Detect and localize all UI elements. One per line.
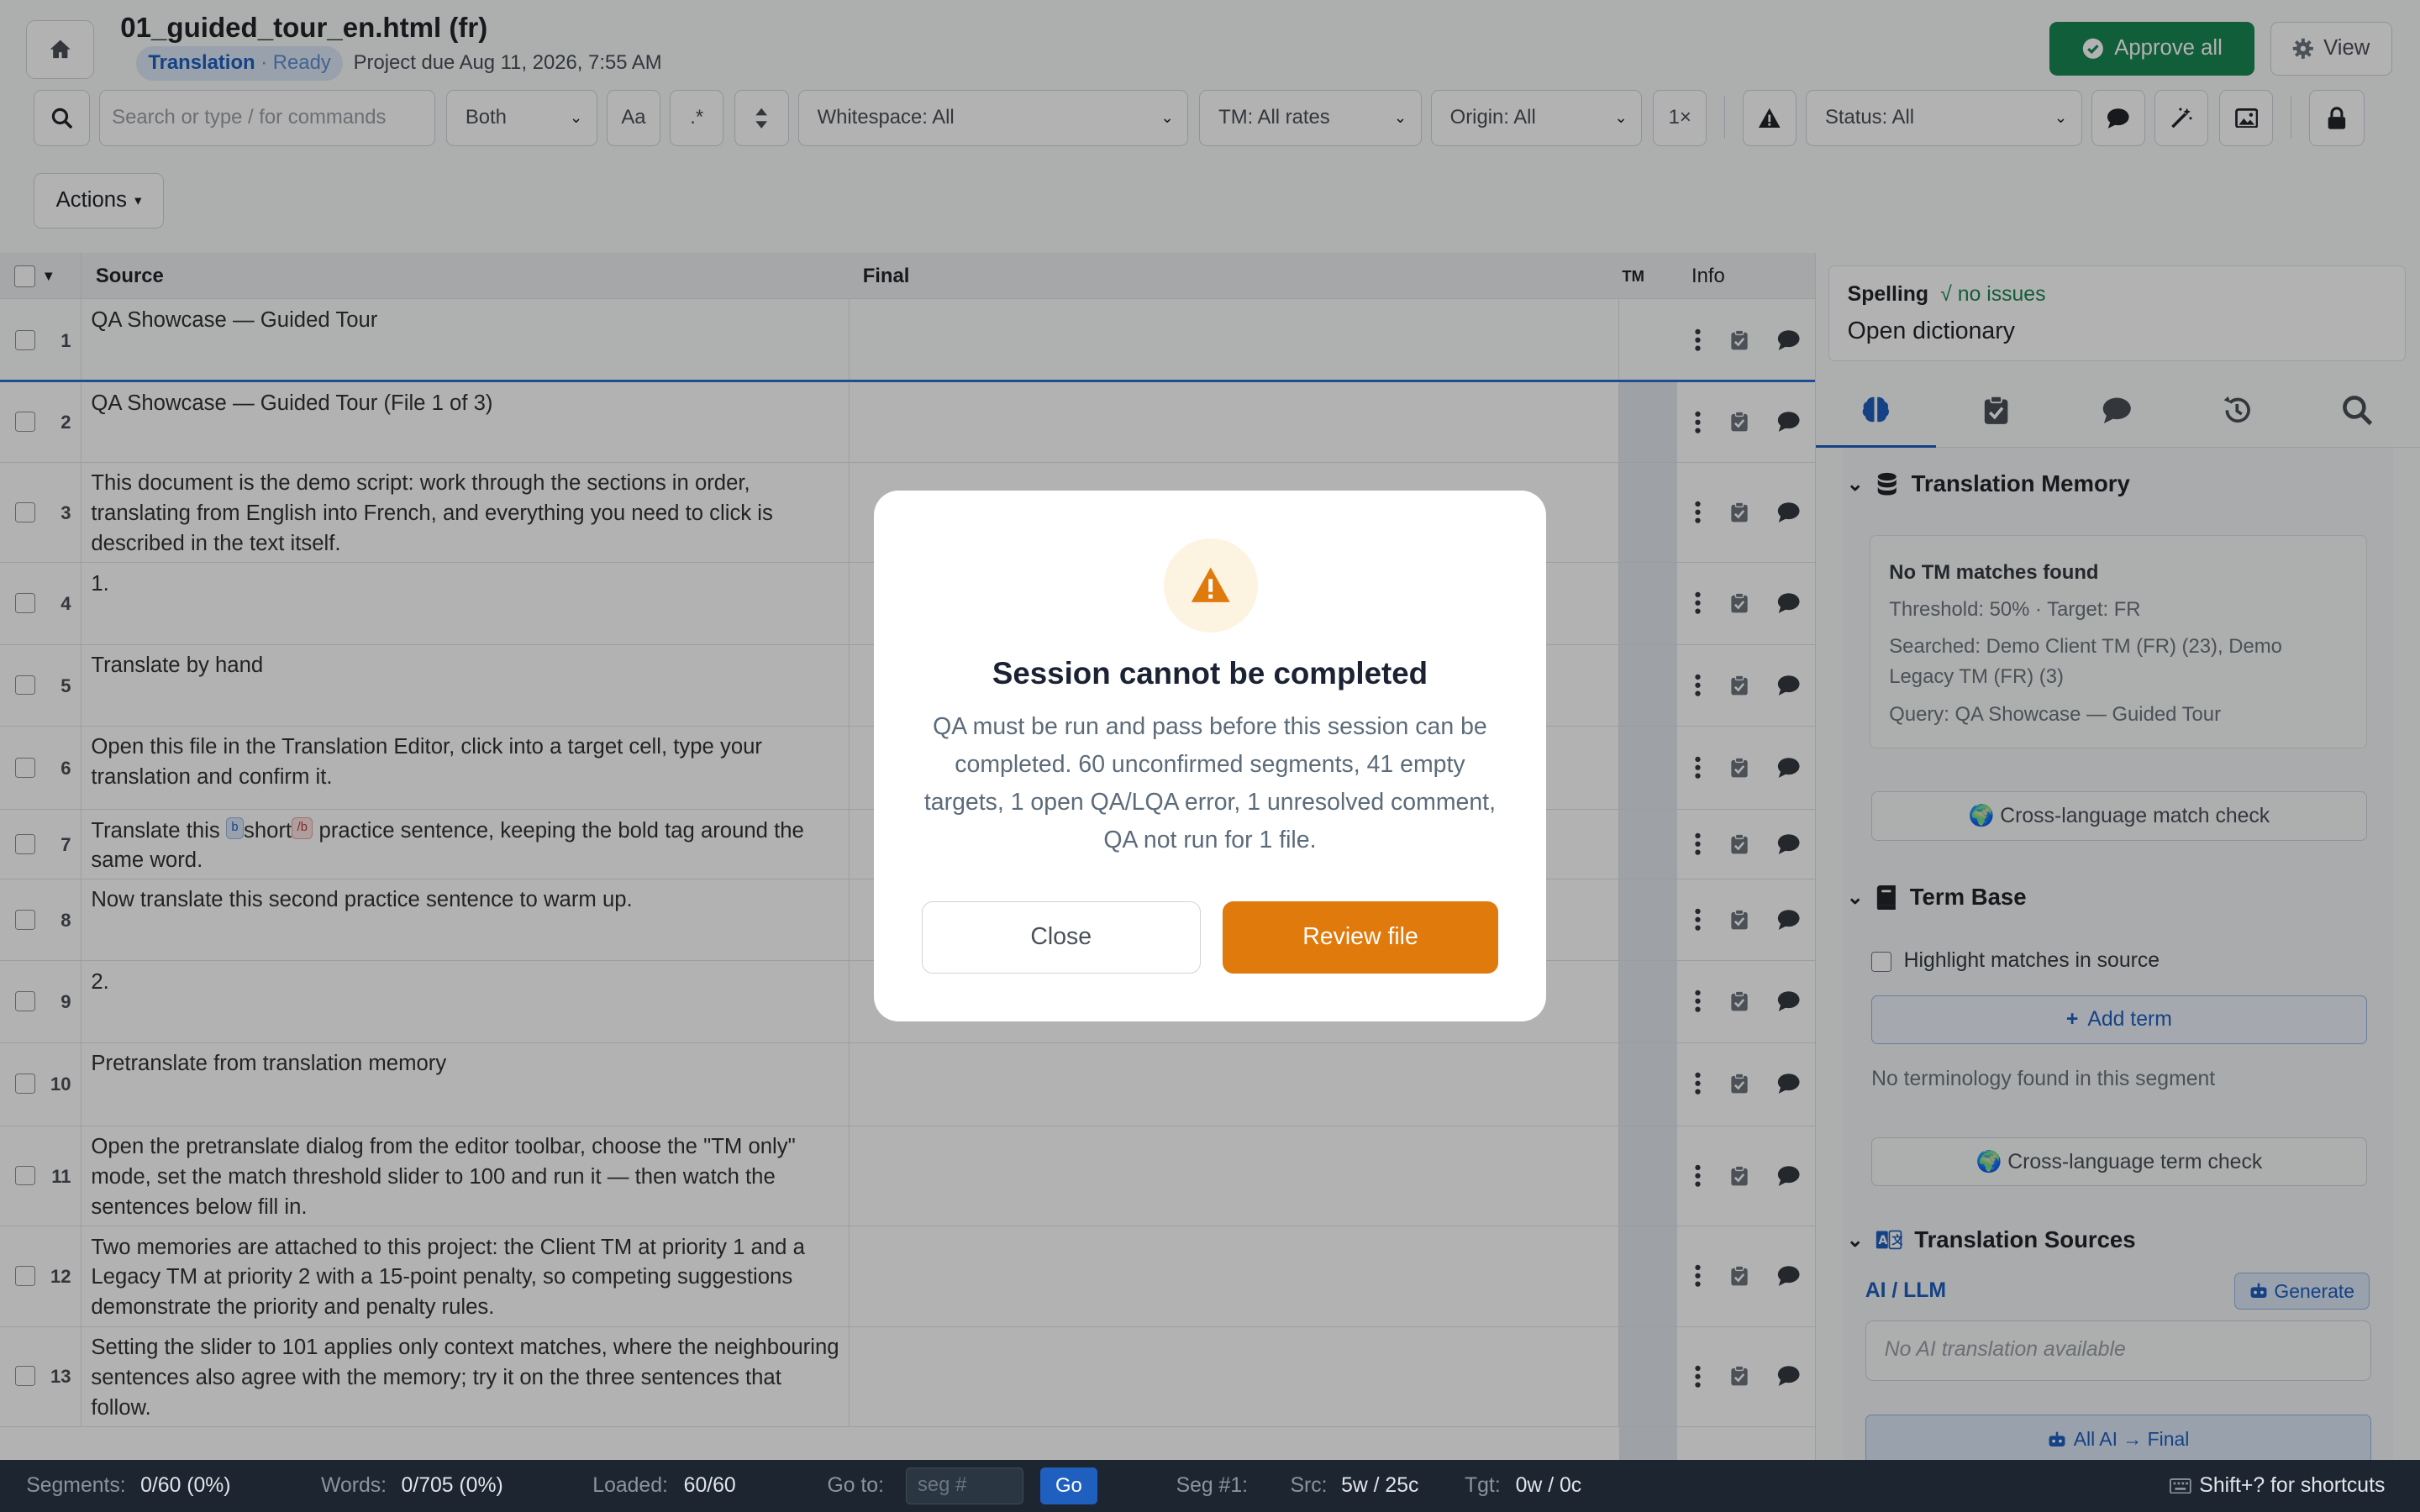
goto-input[interactable]: seg # [906, 1467, 1023, 1504]
seg-label: Seg #1: [1176, 1473, 1248, 1497]
shortcuts-hint: Shift+? for shortcuts [2199, 1473, 2386, 1497]
words-value: 0/705 (0%) [401, 1473, 503, 1497]
go-button[interactable]: Go [1039, 1467, 1097, 1504]
warning-icon [1191, 567, 1230, 602]
keyboard-icon [2170, 1478, 2192, 1494]
src-label: Src: [1290, 1473, 1328, 1497]
warning-icon-circle [1163, 538, 1258, 633]
segments-label: Segments: [26, 1473, 126, 1497]
session-incomplete-dialog: Session cannot be completed QA must be r… [873, 491, 1547, 1021]
dialog-message: QA must be run and pass before this sess… [923, 713, 1496, 854]
status-bar: Segments: 0/60 (0%) Words: 0/705 (0%) Lo… [0, 1459, 2420, 1512]
dialog-title: Session cannot be completed [992, 655, 1428, 690]
src-value: 5w / 25c [1341, 1473, 1419, 1497]
loaded-value: 60/60 [683, 1473, 736, 1497]
review-file-button[interactable]: Review file [1222, 900, 1499, 974]
tgt-label: Tgt: [1465, 1473, 1501, 1497]
goto-label: Go to: [827, 1473, 884, 1497]
loaded-label: Loaded: [592, 1473, 668, 1497]
segments-value: 0/60 (0%) [140, 1473, 231, 1497]
close-button[interactable]: Close [921, 900, 1201, 974]
tgt-value: 0w / 0c [1515, 1473, 1582, 1497]
words-label: Words: [321, 1473, 387, 1497]
